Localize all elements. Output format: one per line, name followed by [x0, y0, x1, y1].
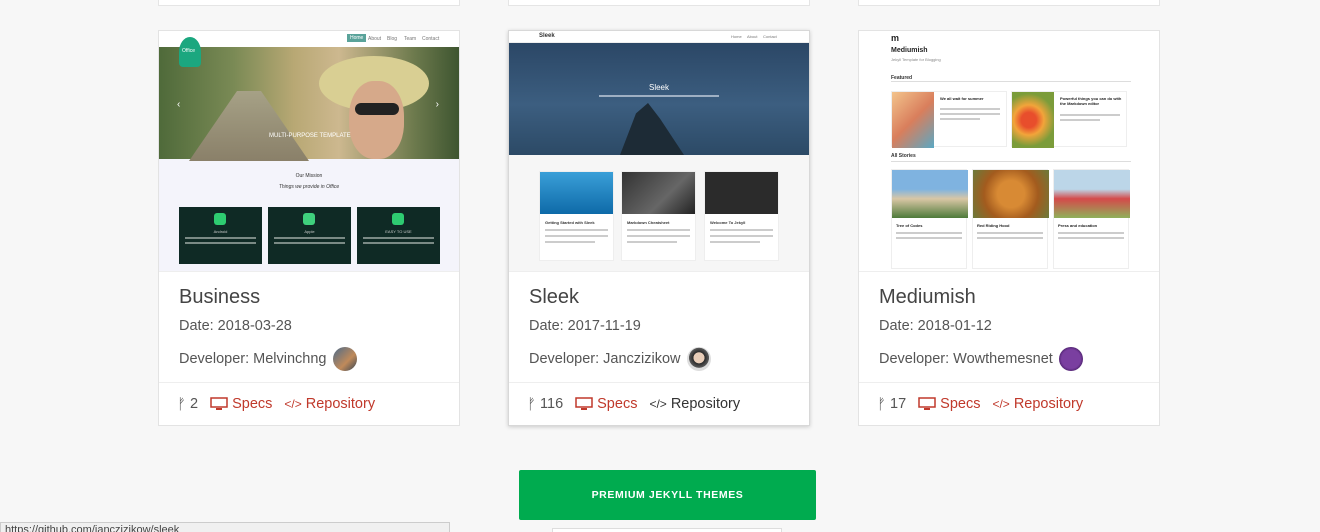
repository-link[interactable]: </> Repository	[284, 396, 375, 412]
office-logo: Office	[179, 37, 201, 67]
all-stories-heading: All Stories	[891, 153, 916, 159]
premium-themes-button[interactable]: PREMIUM JEKYLL THEMES	[519, 470, 816, 520]
post-card: Markdown Cheatsheet	[621, 171, 696, 261]
card-footer: ᚠ2 Specs </> Repository	[159, 382, 459, 425]
theme-title[interactable]: Mediumish	[879, 285, 1149, 309]
repository-link[interactable]: </> Repository	[649, 396, 740, 412]
next-button-edge	[552, 528, 782, 532]
feature-box: EASY TO USE	[357, 207, 440, 264]
theme-card-sleek[interactable]: Sleek Home About Contact Sleek Getting S…	[508, 30, 810, 426]
developer-row: Developer: Wowthemesnet	[879, 347, 1149, 371]
developer-avatar[interactable]	[686, 347, 711, 371]
mission-subheading: Things we provide in Office	[278, 184, 340, 190]
preview-nav: Home About Blog Team Contact	[159, 31, 459, 47]
theme-date: Date: 2018-01-12	[879, 318, 992, 334]
developer-name: Developer: Janczizikow	[529, 351, 681, 367]
developer-row: Developer: Janczizikow	[529, 347, 799, 371]
story-card: Red Riding Hood	[972, 169, 1049, 269]
preview-brand: Mediumish	[891, 47, 928, 54]
monitor-icon	[575, 397, 593, 410]
theme-title[interactable]: Business	[179, 285, 449, 309]
forks-count: ᚠ2	[177, 395, 199, 413]
forks-count: ᚠ 116	[527, 395, 564, 413]
hero-text: MULTI-PURPOSE TEMPLATE	[269, 133, 351, 139]
theme-preview-image[interactable]: MULTI-PURPOSE TEMPLATE ‹ › Home About Bl…	[159, 31, 459, 272]
post-card: Getting Started with Sleek	[539, 171, 614, 261]
mission-heading: Our Mission	[295, 173, 323, 179]
theme-preview-image[interactable]: Sleek Home About Contact Sleek Getting S…	[509, 31, 809, 272]
code-icon: </>	[992, 397, 1010, 411]
developer-avatar[interactable]	[1058, 347, 1083, 371]
monitor-icon	[918, 397, 936, 410]
fork-icon: ᚠ	[527, 395, 537, 413]
specs-link[interactable]: Specs	[210, 396, 272, 412]
post-card: Welcome To Jekyll	[704, 171, 779, 261]
forks-count: ᚠ 17	[877, 395, 907, 413]
specs-link[interactable]: Specs	[575, 396, 637, 412]
card-footer: ᚠ 17 Specs </> Repository	[859, 382, 1159, 425]
story-card: Tree of Codes	[891, 169, 968, 269]
story-card: Press and education	[1053, 169, 1130, 269]
specs-link[interactable]: Specs	[918, 396, 980, 412]
repository-link[interactable]: </> Repository	[992, 396, 1083, 412]
preview-nav: Sleek Home About Contact	[509, 31, 809, 43]
featured-post: We all wait for summer	[891, 91, 1007, 148]
monitor-icon	[210, 397, 228, 410]
hero-banner: MULTI-PURPOSE TEMPLATE ‹ ›	[159, 41, 459, 161]
previous-card-bottom	[508, 0, 810, 6]
preview-logo: m	[891, 33, 900, 43]
theme-card-business[interactable]: MULTI-PURPOSE TEMPLATE ‹ › Home About Bl…	[158, 30, 460, 426]
developer-name: Developer: Wowthemesnet	[879, 351, 1053, 367]
status-bar-url: https://github.com/janczizikow/sleek	[0, 522, 450, 532]
developer-name: Developer: Melvinchng	[179, 351, 327, 367]
theme-date: Date: 2018-03-28	[179, 318, 292, 334]
developer-avatar[interactable]	[332, 347, 357, 371]
preview-tagline: Jekyll Template for Blogging	[891, 57, 941, 62]
carousel-next-icon: ›	[435, 99, 439, 110]
feature-box: Apple	[268, 207, 351, 264]
card-footer: ᚠ 116 Specs </> Repository	[509, 382, 809, 425]
fork-icon: ᚠ	[177, 395, 187, 413]
featured-post: Powerful things you can do with the Mark…	[1011, 91, 1127, 148]
fork-icon: ᚠ	[877, 395, 887, 413]
previous-card-bottom	[858, 0, 1160, 6]
theme-title[interactable]: Sleek	[529, 285, 799, 309]
theme-preview-image[interactable]: m Mediumish Jekyll Template for Blogging…	[859, 31, 1159, 272]
previous-card-bottom	[158, 0, 460, 6]
carousel-prev-icon: ‹	[177, 99, 181, 110]
theme-card-mediumish[interactable]: m Mediumish Jekyll Template for Blogging…	[858, 30, 1160, 426]
feature-box: Android	[179, 207, 262, 264]
theme-date: Date: 2017-11-19	[529, 318, 641, 334]
code-icon: </>	[649, 397, 667, 411]
developer-row: Developer: Melvinchng	[179, 347, 449, 371]
hero-banner: Sleek	[509, 43, 809, 155]
code-icon: </>	[284, 397, 302, 411]
